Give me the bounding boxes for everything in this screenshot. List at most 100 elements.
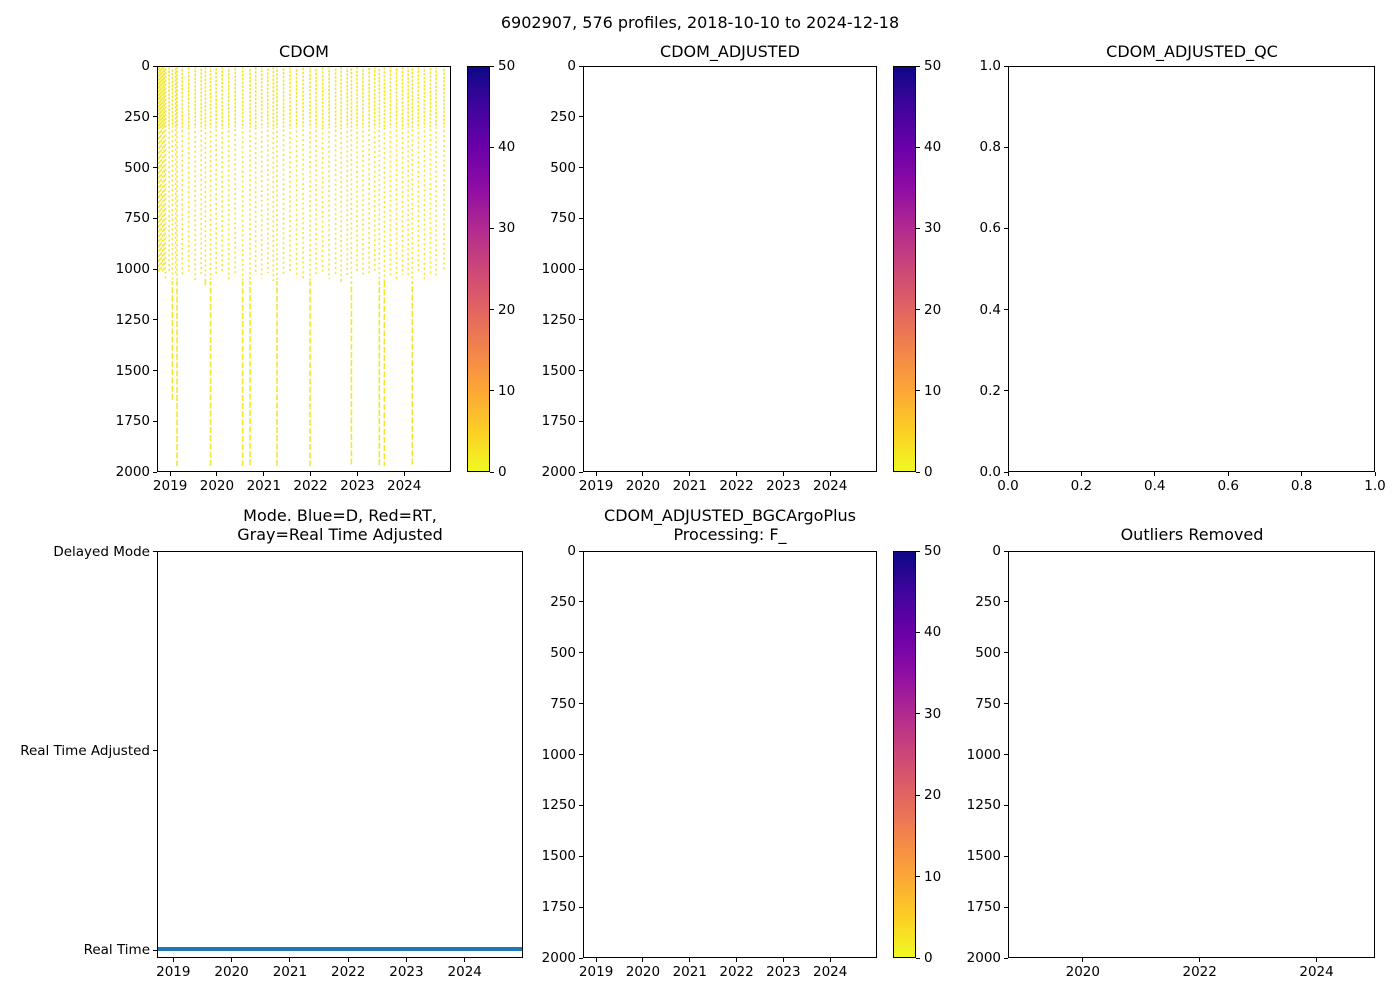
y-tick-label: 1750 — [966, 899, 1001, 916]
x-tick-label: 2023 — [389, 964, 424, 980]
x-tick-mark — [1374, 472, 1376, 476]
x-tick-mark — [1007, 472, 1009, 476]
x-tick-mark — [1080, 472, 1082, 476]
y-tick-label: 1250 — [115, 311, 150, 328]
x-tick-mark — [736, 958, 738, 962]
colorbar-tick-label: 0 — [498, 464, 507, 480]
colorbar-tick-label: 40 — [924, 139, 942, 156]
x-tick-label: 2024 — [813, 964, 848, 980]
y-tick-label: 750 — [550, 695, 576, 712]
colorbar-tick-label: 0 — [924, 950, 933, 966]
x-tick-label: 2021 — [672, 478, 707, 494]
y-tick-label: 0.4 — [979, 301, 1001, 318]
colorbar-tick-mark — [490, 146, 494, 148]
y-tick-label: 250 — [550, 108, 576, 125]
y-tick-label: 2000 — [966, 950, 1001, 966]
colorbar-tick-mark — [916, 390, 920, 392]
x-tick-mark — [231, 958, 233, 962]
y-tick-label: 500 — [550, 159, 576, 176]
y-tick-label: 1500 — [541, 362, 576, 379]
y-tick-mark — [579, 906, 583, 908]
x-tick-label: 2021 — [672, 964, 707, 980]
colorbar-tick-mark — [916, 65, 920, 67]
y-tick-label: 1250 — [541, 797, 576, 814]
colorbar-tick-mark — [490, 65, 494, 67]
colorbar-tick-mark — [916, 713, 920, 715]
x-tick-label: 2020 — [625, 964, 661, 980]
cdom-adjusted-colorbar — [893, 66, 916, 472]
figure-title: 6902907, 576 profiles, 2018-10-10 to 202… — [500, 13, 900, 32]
y-tick-label: 0 — [567, 58, 576, 74]
colorbar-tick-label: 20 — [924, 787, 942, 804]
x-tick-mark — [736, 472, 738, 476]
y-tick-label: 1750 — [541, 899, 576, 916]
y-tick-label: 1000 — [115, 261, 150, 277]
cdom-adjusted-plot-area — [583, 66, 877, 472]
x-tick-mark — [689, 958, 691, 962]
x-tick-mark — [642, 958, 644, 962]
x-tick-label: 2023 — [766, 478, 801, 494]
x-tick-mark — [263, 472, 265, 476]
y-tick-mark — [579, 754, 583, 755]
y-tick-label: Real Time Adjusted — [20, 742, 150, 759]
title-outliers-removed: Outliers Removed — [1120, 525, 1264, 544]
x-tick-mark — [1301, 472, 1303, 476]
y-tick-label: 750 — [124, 210, 150, 227]
y-tick-mark — [153, 167, 157, 168]
y-tick-mark — [1004, 146, 1008, 148]
x-tick-mark — [289, 958, 291, 962]
y-tick-label: Delayed Mode — [53, 543, 150, 560]
colorbar-tick-mark — [916, 794, 920, 796]
x-tick-mark — [1316, 958, 1318, 962]
x-tick-mark — [356, 472, 358, 476]
x-tick-label: 2024 — [813, 478, 848, 494]
y-tick-mark — [153, 471, 157, 473]
x-tick-mark — [689, 472, 691, 476]
y-tick-mark — [579, 167, 583, 168]
y-tick-label: 750 — [975, 695, 1001, 712]
y-tick-mark — [579, 652, 583, 654]
y-tick-mark — [1004, 652, 1008, 654]
colorbar-tick-label: 10 — [498, 382, 516, 399]
y-tick-mark — [1004, 601, 1008, 603]
colorbar-tick-mark — [916, 957, 920, 959]
y-tick-label: 500 — [975, 644, 1001, 661]
x-tick-label: 2021 — [272, 964, 308, 980]
y-tick-label: 0 — [567, 543, 576, 559]
colorbar-tick-mark — [916, 309, 920, 311]
y-tick-mark — [1004, 65, 1008, 67]
x-tick-mark — [1082, 958, 1084, 962]
x-tick-label: 2019 — [152, 478, 188, 494]
y-tick-mark — [579, 319, 583, 321]
x-tick-label: 0.0 — [997, 478, 1019, 494]
figure: 6902907, 576 profiles, 2018-10-10 to 202… — [0, 0, 1400, 1000]
colorbar-tick-mark — [490, 471, 494, 473]
y-tick-mark — [579, 550, 583, 552]
title-bgcargoplus: CDOM_ADJUSTED_BGCArgoPlus Processing: F_ — [604, 506, 856, 544]
y-tick-label: 1250 — [541, 311, 576, 328]
colorbar-tick-mark — [916, 876, 920, 878]
x-tick-mark — [642, 472, 644, 476]
y-tick-label: 1500 — [115, 362, 150, 379]
x-tick-label: 2019 — [578, 964, 614, 980]
x-tick-mark — [405, 958, 407, 962]
x-tick-mark — [1199, 958, 1201, 962]
y-tick-mark — [153, 217, 157, 219]
y-tick-label: 1500 — [966, 848, 1001, 865]
y-tick-mark — [579, 65, 583, 67]
y-tick-mark — [153, 65, 157, 67]
x-tick-label: 2022 — [293, 478, 328, 494]
colorbar-tick-mark — [916, 550, 920, 552]
x-tick-label: 2022 — [719, 478, 754, 494]
y-tick-label: 1500 — [541, 848, 576, 865]
y-tick-label: 1000 — [966, 746, 1001, 763]
y-tick-mark — [1004, 309, 1008, 311]
x-tick-label: 2019 — [156, 964, 191, 980]
x-tick-label: 2020 — [1065, 964, 1100, 980]
x-tick-label: 2022 — [330, 964, 366, 980]
y-tick-label: 0 — [141, 58, 150, 74]
colorbar-tick-mark — [490, 309, 494, 311]
colorbar-tick-label: 40 — [498, 139, 516, 156]
y-tick-mark — [1004, 227, 1008, 229]
y-tick-label: Real Time — [83, 942, 150, 959]
